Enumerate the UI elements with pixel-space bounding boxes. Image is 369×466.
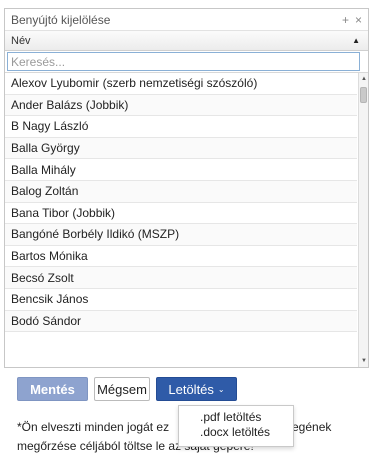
- list-item[interactable]: Becsó Zsolt: [5, 267, 357, 289]
- name-column-header[interactable]: Név ▲: [5, 31, 368, 51]
- cancel-button[interactable]: Mégsem: [94, 377, 150, 401]
- list-item[interactable]: Bangóné Borbély Ildikó (MSZP): [5, 224, 357, 246]
- list-item[interactable]: Bana Tibor (Jobbik): [5, 203, 357, 225]
- download-pdf-item[interactable]: .pdf letöltés: [200, 410, 293, 425]
- list-item[interactable]: Ander Balázs (Jobbik): [5, 94, 357, 117]
- submitter-list-container: Alexov Lyubomir (szerb nemzetiségi szósz…: [5, 73, 368, 367]
- note-line1-left: *Ön elveszti minden jogát ez: [17, 420, 170, 434]
- sort-asc-icon[interactable]: ▲: [352, 36, 360, 45]
- panel-title: Benyújtó kijelölése: [11, 12, 111, 27]
- submitter-select-panel: Benyújtó kijelölése + × Név ▲ Alexov Lyu…: [4, 8, 369, 368]
- save-button[interactable]: Mentés: [17, 377, 88, 401]
- list-item[interactable]: Balla György: [5, 137, 357, 160]
- search-row: [5, 51, 368, 73]
- download-menu: .pdf letöltés .docx letöltés: [178, 405, 294, 447]
- search-input[interactable]: [7, 52, 360, 71]
- list-item[interactable]: Balog Zoltán: [5, 180, 357, 203]
- list-item[interactable]: Alexov Lyubomir (szerb nemzetiségi szósz…: [5, 73, 357, 95]
- download-button[interactable]: Letöltés ⌄: [156, 377, 237, 401]
- panel-header: Benyújtó kijelölése + ×: [5, 9, 368, 31]
- list-item[interactable]: Bodó Sándor: [5, 310, 357, 333]
- list-item[interactable]: B Nagy László: [5, 116, 357, 138]
- list-item[interactable]: Balla Mihály: [5, 159, 357, 181]
- submitter-list: Alexov Lyubomir (szerb nemzetiségi szósz…: [5, 73, 357, 333]
- download-docx-item[interactable]: .docx letöltés: [200, 425, 293, 440]
- action-bar: Mentés Mégsem Letöltés ⌄: [17, 377, 237, 401]
- name-column-label: Név: [11, 34, 31, 47]
- scroll-up-icon[interactable]: ▲: [359, 73, 368, 85]
- list-scrollbar[interactable]: ▲ ▼: [358, 73, 368, 367]
- add-icon[interactable]: +: [342, 13, 349, 27]
- scroll-down-icon[interactable]: ▼: [359, 355, 368, 367]
- close-icon[interactable]: ×: [355, 13, 362, 27]
- list-item[interactable]: Bencsik János: [5, 289, 357, 311]
- download-button-label: Letöltés: [168, 381, 214, 397]
- list-item[interactable]: Bartos Mónika: [5, 246, 357, 268]
- chevron-down-icon: ⌄: [217, 384, 225, 394]
- scroll-thumb[interactable]: [360, 87, 367, 103]
